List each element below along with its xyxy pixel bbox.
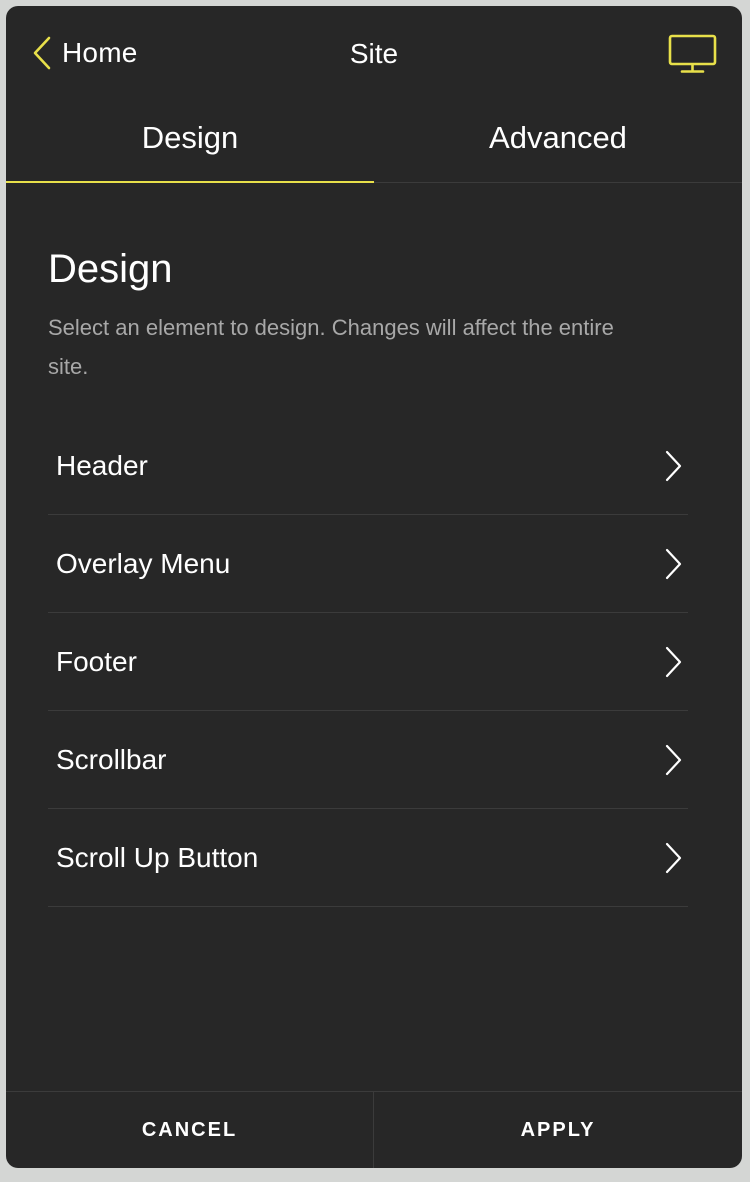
list-item-label: Overlay Menu (56, 547, 231, 579)
chevron-right-icon (665, 842, 682, 873)
tab-advanced[interactable]: Advanced (374, 102, 742, 182)
tab-bar: Design Advanced (6, 102, 742, 183)
list-item-scroll-up-button[interactable]: Scroll Up Button (48, 809, 688, 907)
list-item-overlay-menu[interactable]: Overlay Menu (48, 515, 688, 613)
section-title: Design (48, 247, 173, 291)
desktop-monitor-icon[interactable] (668, 34, 718, 79)
list-item-label: Footer (56, 645, 137, 677)
list-item-label: Header (56, 449, 148, 481)
tab-design[interactable]: Design (6, 102, 374, 183)
panel-title: Site (349, 38, 399, 69)
list-item-footer[interactable]: Footer (48, 613, 688, 711)
list-item-header[interactable]: Header (48, 417, 688, 515)
cancel-button[interactable]: CANCEL (6, 1092, 374, 1168)
chevron-right-icon (665, 646, 682, 677)
design-section: Design Select an element to design. Chan… (48, 182, 688, 907)
site-styles-panel: Home Site Design Advanced Design Select … (6, 6, 742, 1168)
section-description: Select an element to design. Changes wil… (48, 315, 614, 379)
list-item-label: Scroll Up Button (56, 841, 259, 873)
panel-header: Home Site (6, 6, 742, 102)
list-item-label: Scrollbar (56, 743, 167, 775)
chevron-right-icon (665, 744, 682, 775)
panel-footer: CANCEL APPLY (6, 1091, 742, 1168)
element-list: Header Overlay Menu Footer Scrollbar Scr… (48, 417, 688, 907)
chevron-right-icon (665, 450, 682, 481)
list-item-scrollbar[interactable]: Scrollbar (48, 711, 688, 809)
chevron-right-icon (665, 548, 682, 579)
apply-button[interactable]: APPLY (374, 1092, 742, 1168)
